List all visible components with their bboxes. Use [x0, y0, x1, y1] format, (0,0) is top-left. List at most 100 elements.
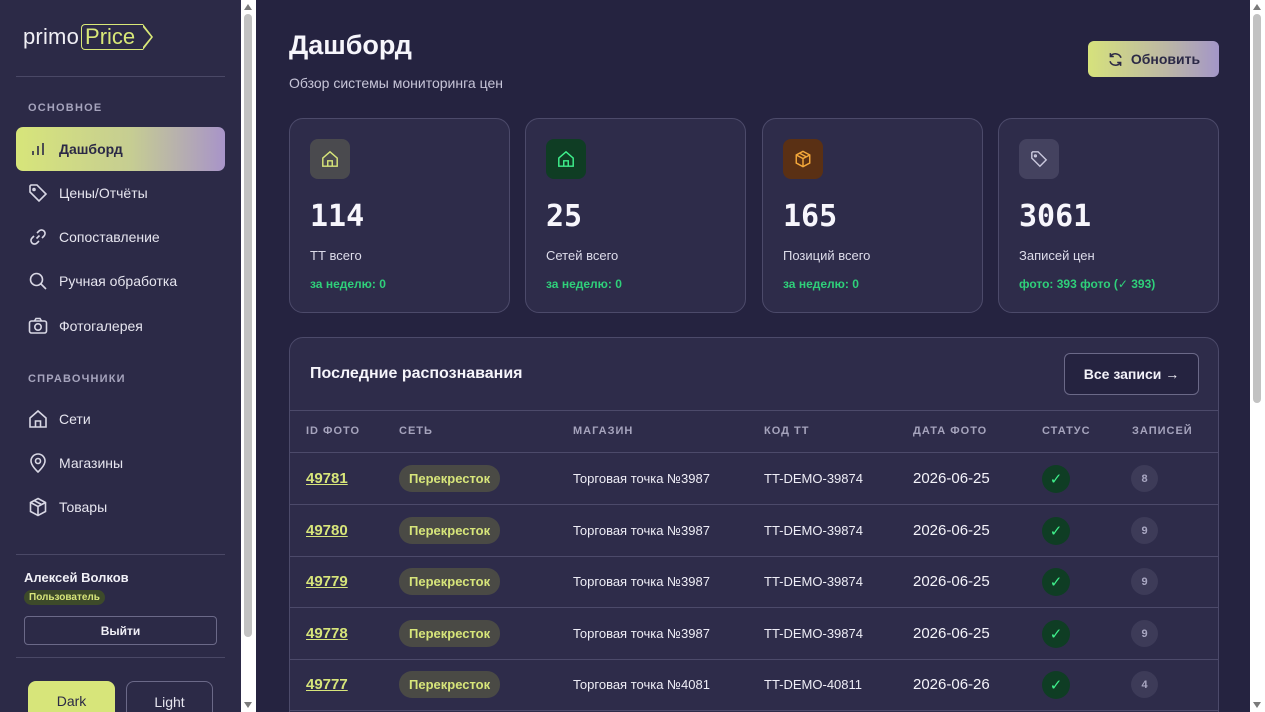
table-row[interactable]: 49781 Перекресток Торговая точка №3987 T… [290, 453, 1218, 505]
sidebar-scrollbar[interactable] [241, 0, 256, 712]
store-name: Торговая точка №3987 [573, 471, 710, 486]
stat-note: за неделю: 0 [310, 277, 386, 291]
map-pin-icon [28, 453, 48, 473]
photo-date: 2026-06-25 [913, 470, 990, 487]
scroll-up-arrow-icon[interactable] [1253, 4, 1261, 10]
column-header[interactable]: КОД ТТ [764, 425, 809, 437]
table-row[interactable]: 49780 Перекресток Торговая точка №3987 T… [290, 505, 1218, 557]
network-badge: Перекресток [399, 568, 501, 595]
stat-label: ТТ всего [310, 248, 362, 263]
sidebar-item-photo-gallery[interactable]: Фотогалерея [16, 304, 225, 348]
column-header[interactable]: МАГАЗИН [573, 425, 633, 437]
column-header[interactable]: ДАТА ФОТО [913, 425, 987, 437]
logout-button[interactable]: Выйти [24, 616, 217, 645]
sidebar-item-manual-processing[interactable]: Ручная обработка [16, 259, 225, 303]
sidebar-item-products[interactable]: Товары [16, 485, 225, 529]
table-row[interactable]: 49779 Перекресток Торговая точка №3987 T… [290, 556, 1218, 608]
network-badge: Перекресток [399, 517, 501, 544]
status-check-icon: ✓ [1042, 516, 1070, 545]
sidebar-item-label: Сети [59, 411, 91, 427]
sidebar-item-label: Магазины [59, 455, 124, 471]
sidebar-item-label: Фотогалерея [59, 318, 143, 334]
sidebar-item-matching[interactable]: Сопоставление [16, 215, 225, 259]
stat-note: за неделю: 0 [546, 277, 622, 291]
outlet-code: TT-DEMO-39874 [764, 471, 863, 486]
panel-title: Последние распознавания [310, 365, 523, 382]
sidebar-item-label: Товары [59, 499, 108, 515]
status-check-icon: ✓ [1042, 464, 1070, 493]
column-header[interactable]: ЗАПИСЕЙ [1132, 425, 1193, 437]
records-count-badge: 9 [1131, 517, 1158, 544]
main-scrollbar[interactable] [1250, 0, 1265, 712]
scrollbar-thumb[interactable] [244, 14, 252, 637]
photo-date: 2026-06-25 [913, 522, 990, 539]
section-label-main: ОСНОВНОЕ [28, 102, 103, 114]
sidebar-item-label: Сопоставление [59, 229, 160, 245]
user-name: Алексей Волков [24, 570, 129, 585]
photo-id-link[interactable]: 49778 [306, 625, 348, 642]
table-row[interactable]: 49778 Перекресток Торговая точка №3987 T… [290, 608, 1218, 660]
outlet-code: TT-DEMO-39874 [764, 523, 863, 538]
home-icon [28, 409, 48, 429]
stat-value: 3061 [1019, 199, 1092, 234]
photo-id-link[interactable]: 49779 [306, 573, 348, 590]
search-icon [28, 271, 48, 291]
stat-card-positions: 165 Позиций всего за неделю: 0 [762, 118, 983, 313]
divider [16, 76, 225, 77]
all-records-button[interactable]: Все записи → [1064, 353, 1199, 395]
divider [16, 554, 225, 555]
column-header[interactable]: ID ФОТО [306, 425, 360, 437]
user-role-badge: Пользователь [24, 590, 105, 605]
bar-chart-icon [28, 139, 48, 159]
store-name: Торговая точка №4081 [573, 677, 710, 692]
outlet-code: TT-DEMO-39874 [764, 626, 863, 641]
box-icon [28, 497, 48, 517]
home-icon [546, 139, 586, 179]
refresh-button[interactable]: Обновить [1088, 41, 1219, 77]
camera-icon [28, 316, 48, 336]
records-count-badge: 9 [1131, 568, 1158, 595]
scroll-down-arrow-icon[interactable] [1253, 702, 1261, 708]
column-header[interactable]: СТАТУС [1042, 425, 1091, 437]
box-icon [783, 139, 823, 179]
logo-text-price: Price [81, 24, 144, 50]
table-row[interactable]: 49777 Перекресток Торговая точка №4081 T… [290, 659, 1218, 711]
logo-text-primo: primo [23, 24, 80, 49]
stat-label: Записей цен [1019, 248, 1095, 263]
photo-id-link[interactable]: 49781 [306, 470, 348, 487]
main-content: Дашборд Обзор системы мониторинга цен Об… [256, 0, 1250, 712]
sidebar-item-dashboard[interactable]: Дашборд [16, 127, 225, 171]
stat-value: 165 [783, 199, 838, 234]
recent-recognitions-panel: Последние распознавания Все записи → ID … [289, 337, 1219, 712]
scrollbar-thumb[interactable] [1253, 14, 1261, 403]
network-badge: Перекресток [399, 465, 501, 492]
photo-id-link[interactable]: 49777 [306, 676, 348, 693]
stat-value: 114 [310, 199, 365, 234]
stat-label: Сетей всего [546, 248, 619, 263]
refresh-label: Обновить [1130, 51, 1201, 67]
network-badge: Перекресток [399, 671, 501, 698]
theme-light-button[interactable]: Light [126, 681, 213, 712]
theme-dark-button[interactable]: Dark [28, 681, 115, 712]
logo[interactable]: primo Price [23, 24, 154, 50]
sidebar-item-networks[interactable]: Сети [16, 397, 225, 441]
sidebar-item-prices-reports[interactable]: Цены/Отчёты [16, 171, 225, 215]
status-check-icon: ✓ [1042, 619, 1070, 648]
stat-note: за неделю: 0 [783, 277, 859, 291]
tag-icon [1019, 139, 1059, 179]
column-header[interactable]: СЕТЬ [399, 425, 433, 437]
divider [16, 657, 225, 658]
status-check-icon: ✓ [1042, 567, 1070, 596]
sidebar-item-label: Дашборд [59, 141, 123, 157]
scroll-up-arrow-icon[interactable] [244, 4, 252, 10]
stat-label: Позиций всего [783, 248, 871, 263]
scroll-down-arrow-icon[interactable] [244, 702, 252, 708]
stat-card-outlets: 114 ТТ всего за неделю: 0 [289, 118, 510, 313]
records-count-badge: 4 [1131, 671, 1158, 698]
photo-id-link[interactable]: 49780 [306, 522, 348, 539]
refresh-icon [1109, 52, 1122, 66]
outlet-code: TT-DEMO-40811 [764, 677, 863, 692]
photo-date: 2026-06-26 [913, 676, 990, 693]
network-badge: Перекресток [399, 620, 501, 647]
sidebar-item-stores[interactable]: Магазины [16, 441, 225, 485]
